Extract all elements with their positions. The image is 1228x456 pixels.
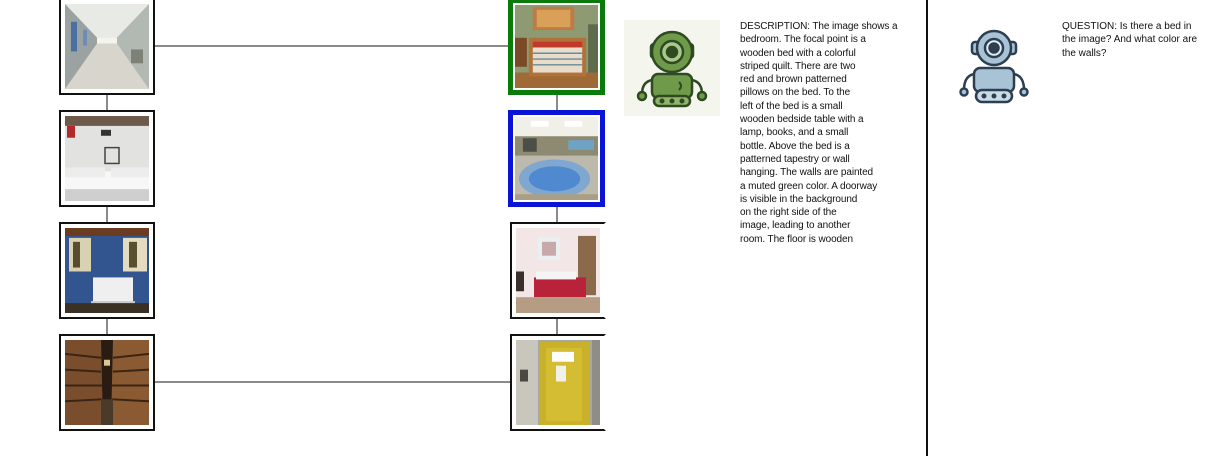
blue-wall-bedroom-photo bbox=[65, 228, 149, 313]
thumbnail-blue-wall-bedroom[interactable] bbox=[59, 222, 155, 319]
connector-right-3 bbox=[556, 318, 558, 334]
thumbnail-archive-shelves[interactable] bbox=[59, 334, 155, 431]
hotel-bedroom-photo bbox=[65, 116, 149, 201]
connector-right-2 bbox=[556, 206, 558, 222]
thumbnail-striped-quilt-bedroom-selected[interactable] bbox=[508, 0, 605, 95]
connector-right-1 bbox=[556, 94, 558, 110]
connector-top bbox=[154, 45, 510, 47]
thumbnail-hot-tub-room[interactable] bbox=[508, 110, 605, 207]
hot-tub-room-photo bbox=[515, 117, 598, 200]
pink-bedroom-photo bbox=[516, 228, 600, 313]
connector-bottom bbox=[154, 381, 510, 383]
green-robot-icon bbox=[624, 20, 720, 116]
description-text: DESCRIPTION: The image shows a bedroom. … bbox=[740, 21, 898, 245]
connector-left-1 bbox=[106, 94, 108, 110]
connector-left-3 bbox=[106, 318, 108, 334]
connector-left-2 bbox=[106, 206, 108, 222]
thumbnail-hotel-bedroom[interactable] bbox=[59, 110, 155, 207]
archive-shelves-photo bbox=[65, 340, 149, 425]
hallway-photo bbox=[65, 4, 149, 89]
blue-robot-icon bbox=[958, 28, 1030, 110]
yellow-door-photo bbox=[516, 340, 600, 425]
thumbnail-hallway[interactable] bbox=[59, 0, 155, 95]
thumbnail-pink-bedroom[interactable] bbox=[510, 222, 606, 319]
panel-divider bbox=[926, 0, 928, 456]
question-text: QUESTION: Is there a bed in the image? A… bbox=[1062, 21, 1198, 59]
striped-quilt-bedroom-photo bbox=[515, 5, 598, 88]
thumbnail-yellow-door[interactable] bbox=[510, 334, 606, 431]
